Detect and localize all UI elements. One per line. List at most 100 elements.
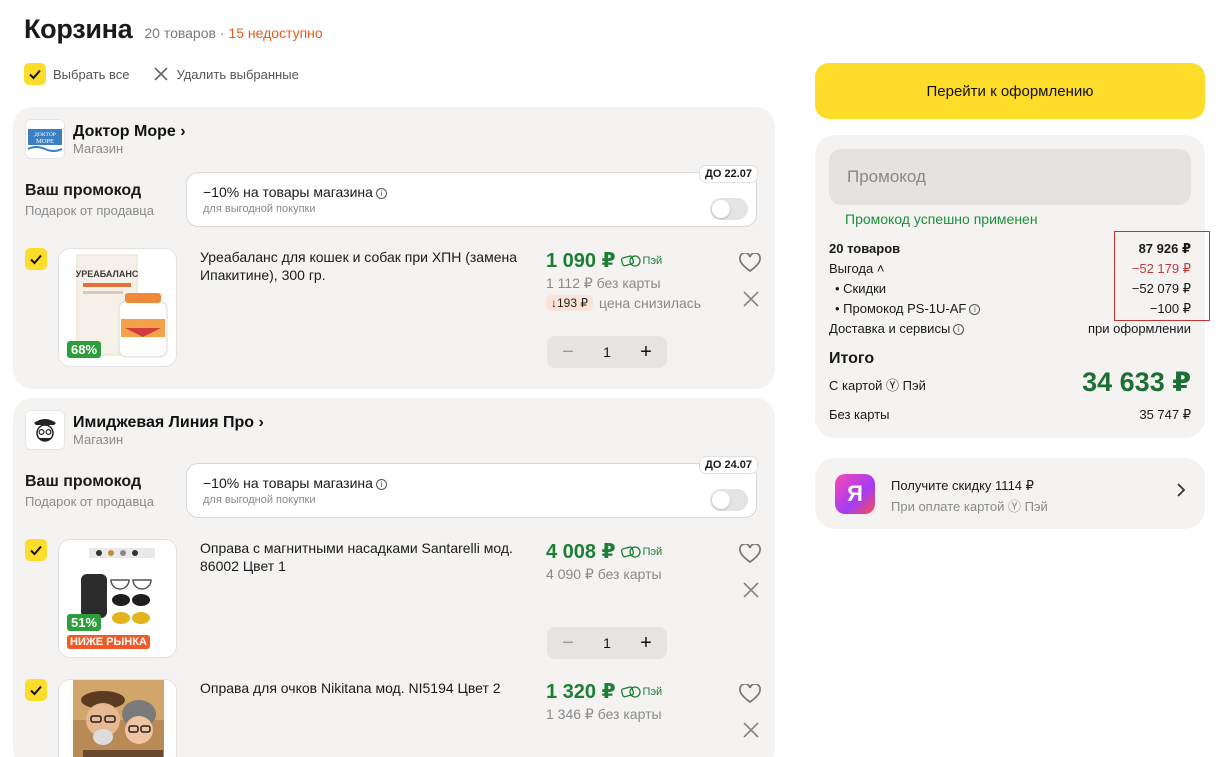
couple-glasses-photo-icon xyxy=(73,680,164,757)
ya-pay-icon xyxy=(620,685,641,698)
page-header: Корзина 20 товаров · 15 недоступно xyxy=(24,14,323,45)
quantity-value: 1 xyxy=(603,635,611,651)
delivery-label: Доставка и сервисы i xyxy=(829,321,965,336)
shop-name[interactable]: Доктор Море › xyxy=(73,123,186,141)
shop-name[interactable]: Имиджевая Линия Про › xyxy=(73,414,264,432)
price-value: 1 320 ₽ xyxy=(546,681,616,703)
price-without-card: 1 112 ₽ без карты xyxy=(546,275,661,291)
summary-delivery-row: Доставка и сервисы i при оформлении xyxy=(829,321,1191,336)
item-price: 4 008 ₽ Пэй xyxy=(546,539,662,564)
benefit-label: Выгода ˄ xyxy=(829,261,885,276)
product-image[interactable]: 51% НИЖЕ РЫНКА xyxy=(58,539,177,658)
price-without-card: 1 346 ₽ без карты xyxy=(546,706,662,722)
pay-badge: Пэй xyxy=(620,545,662,559)
decrease-button[interactable]: − xyxy=(559,341,577,364)
checkout-button[interactable]: Перейти к оформлению xyxy=(815,63,1205,119)
item-name[interactable]: Оправа с магнитными насадками Santarelli… xyxy=(200,539,530,575)
promo-toggle[interactable] xyxy=(710,198,748,220)
count-separator: · xyxy=(215,25,229,41)
ya-logo: Я xyxy=(835,474,875,514)
delete-selected-label: Удалить выбранные xyxy=(176,66,299,82)
select-all-button[interactable]: Выбрать все xyxy=(24,63,129,85)
ya-pay-icon xyxy=(620,545,641,558)
shop-header[interactable]: ДОКТОР МОРЕ Доктор Море › Магазин xyxy=(25,119,186,159)
check-icon xyxy=(29,69,41,80)
item-price: 1 320 ₽ Пэй xyxy=(546,679,662,704)
shop-logo xyxy=(25,410,65,450)
price-drop-label: цена снизилась xyxy=(599,295,702,311)
promo-title: −10% на товары магазина i xyxy=(203,184,387,200)
close-icon[interactable] xyxy=(742,721,760,739)
heart-icon[interactable] xyxy=(739,684,761,704)
info-icon[interactable]: i xyxy=(953,324,965,335)
ya-pay-icon xyxy=(620,254,641,267)
shop-card: Имиджевая Линия Про › Магазин Ваш промок… xyxy=(13,398,775,757)
cart-controls: Выбрать все Удалить выбранные xyxy=(24,63,299,85)
items-count: 20 товаров xyxy=(144,25,216,41)
discount-badge: 51% xyxy=(67,614,102,631)
price-without-card: 4 090 ₽ без карты xyxy=(546,566,662,582)
shop-card: ДОКТОР МОРЕ Доктор Море › Магазин Ваш пр… xyxy=(13,107,775,389)
shop-logo: ДОКТОР МОРЕ xyxy=(25,119,65,159)
promo-label: Ваш промокод xyxy=(25,182,142,199)
pay-badge: Пэй xyxy=(620,685,662,699)
info-icon[interactable]: i xyxy=(375,479,387,490)
item-name[interactable]: Уреабаланс для кошек и собак при ХПН (за… xyxy=(200,248,530,284)
quantity-stepper: − 1 + xyxy=(547,336,667,368)
info-icon[interactable]: i xyxy=(969,304,981,315)
heart-icon[interactable] xyxy=(739,544,761,564)
product-image[interactable]: УРЕАБАЛАНС 68% xyxy=(58,248,177,367)
select-all-label: Выбрать все xyxy=(53,66,130,82)
item-checkbox[interactable] xyxy=(25,248,47,270)
discount-badge: 68% xyxy=(67,341,102,358)
item-name[interactable]: Оправа для очков Nikitana мод. NI5194 Цв… xyxy=(200,679,530,697)
item-checkbox[interactable] xyxy=(25,679,47,701)
pay-badge: Пэй xyxy=(620,254,662,268)
promo-title: −10% на товары магазина i xyxy=(203,475,387,491)
price-drop-amount: ↓193 ₽ xyxy=(546,295,593,311)
increase-button[interactable]: + xyxy=(637,632,655,655)
promo-date-badge: ДО 22.07 xyxy=(699,165,758,183)
order-summary: Промокод Промокод успешно применен 20 то… xyxy=(815,135,1210,438)
price-value: 4 008 ₽ xyxy=(546,541,616,563)
chevron-right-icon xyxy=(1177,483,1186,497)
shop-type: Магазин xyxy=(73,431,124,447)
item-price: 1 090 ₽ Пэй xyxy=(546,248,662,273)
promo-label: Ваш промокод xyxy=(25,473,142,490)
product-image[interactable] xyxy=(58,679,177,757)
select-all-checkbox[interactable] xyxy=(24,63,46,85)
discounts-label: • Скидки xyxy=(835,281,887,296)
shop-header[interactable]: Имиджевая Линия Про › Магазин xyxy=(25,410,264,450)
price-drop: ↓193 ₽ цена снизилась xyxy=(546,295,701,311)
total-label: Итого xyxy=(829,350,875,367)
quantity-stepper: − 1 + xyxy=(547,627,667,659)
delivery-value: при оформлении xyxy=(1088,321,1191,336)
image-line-logo xyxy=(26,411,64,449)
svg-text:УРЕАБАЛАНС: УРЕАБАЛАНС xyxy=(76,269,139,279)
promo-success-message: Промокод успешно применен xyxy=(845,211,1038,227)
cart-count: 20 товаров · 15 недоступно xyxy=(144,25,322,41)
heart-icon[interactable] xyxy=(739,253,761,273)
quantity-value: 1 xyxy=(603,344,611,360)
price-value: 1 090 ₽ xyxy=(546,250,616,272)
increase-button[interactable]: + xyxy=(637,341,655,364)
without-card-label: Без карты xyxy=(829,407,890,422)
unavailable-count[interactable]: 15 недоступно xyxy=(228,25,322,41)
info-icon[interactable]: i xyxy=(375,188,387,199)
close-icon[interactable] xyxy=(742,290,760,308)
promo-date-badge: ДО 24.07 xyxy=(699,456,758,474)
shop-promo-box[interactable]: −10% на товары магазина i для выгодной по… xyxy=(186,456,758,518)
decrease-button[interactable]: − xyxy=(559,632,577,655)
with-card-label: С картой Ⓨ Пэй xyxy=(829,378,926,393)
close-icon[interactable] xyxy=(742,581,760,599)
promo-toggle[interactable] xyxy=(710,489,748,511)
item-checkbox[interactable] xyxy=(25,539,47,561)
promo-sub: Подарок от продавца xyxy=(25,203,154,218)
below-market-badge: НИЖЕ РЫНКА xyxy=(67,635,150,649)
delete-selected-button[interactable]: Удалить выбранные xyxy=(153,66,299,82)
shop-promo-box[interactable]: −10% на товары магазина i для выгодной по… xyxy=(186,165,758,227)
ya-pay-offer[interactable]: Я Получите скидку 1114 ₽ При оплате карт… xyxy=(815,458,1205,529)
check-icon xyxy=(30,685,42,696)
offer-title: Получите скидку 1114 ₽ xyxy=(891,478,1034,493)
promo-code-input[interactable]: Промокод xyxy=(829,149,1191,205)
